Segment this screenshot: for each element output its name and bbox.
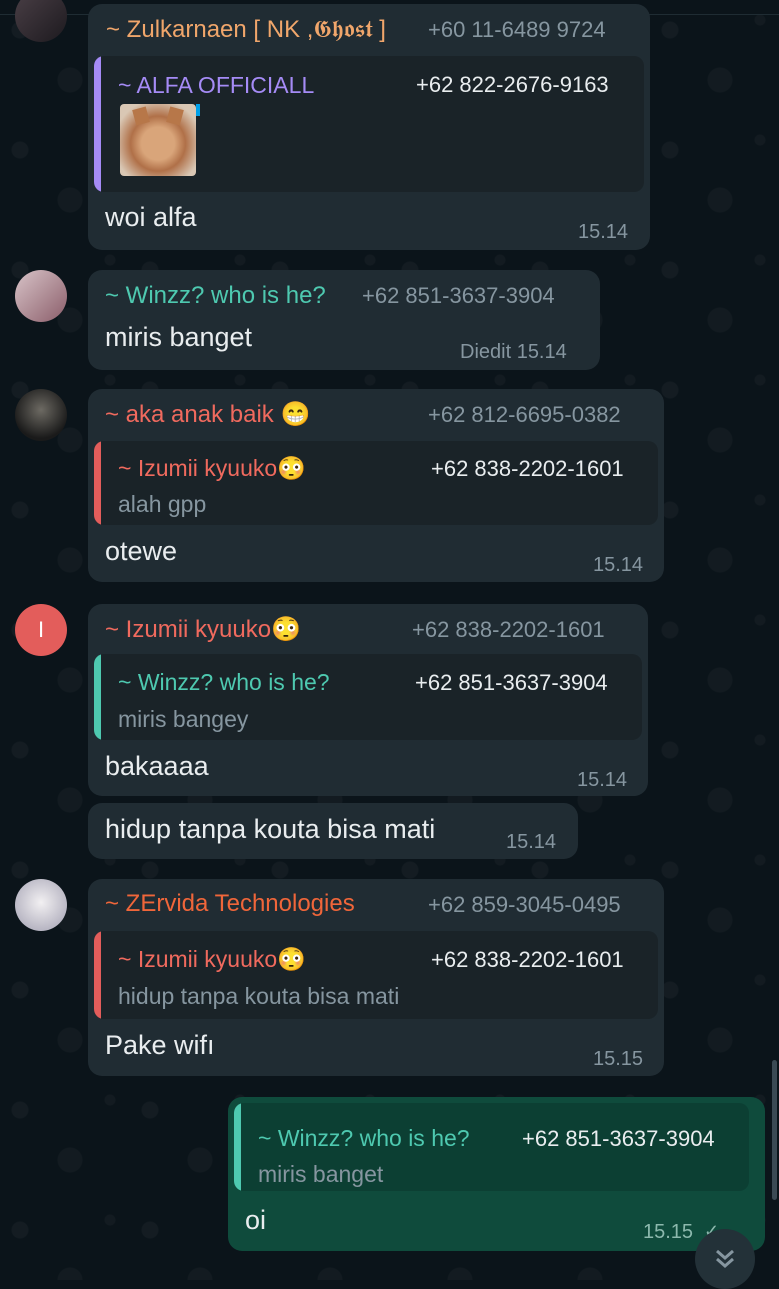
message-text: Pake wifı bbox=[105, 1030, 215, 1060]
quoted-message[interactable]: ~ Winzz? who is he? +62 851-3637-3904 mi… bbox=[234, 1103, 749, 1191]
quote-bar bbox=[94, 931, 101, 1019]
quote-sender: ~ ALFA OFFICIALL bbox=[118, 72, 315, 98]
avatar-letter: I bbox=[37, 617, 45, 642]
quote-text: miris bangey bbox=[118, 706, 249, 732]
message-text: miris banget bbox=[105, 322, 253, 352]
quote-phone: +62 838-2202-1601 bbox=[431, 456, 624, 481]
message-time: 15.14 bbox=[578, 221, 629, 243]
quote-sender: ~ Winzz? who is he? bbox=[258, 1125, 470, 1151]
quote-text: miris banget bbox=[258, 1161, 384, 1187]
avatar[interactable]: I bbox=[15, 604, 67, 656]
quote-bar bbox=[94, 441, 101, 525]
sender-name[interactable]: ~ Winzz? who is he? bbox=[105, 282, 326, 310]
quote-bar bbox=[94, 654, 101, 740]
quote-phone: +62 822-2676-9163 bbox=[416, 72, 609, 97]
message-time: 15.15 bbox=[643, 1221, 694, 1243]
message-time: Diedit 15.14 bbox=[460, 341, 567, 363]
message-text: woi alfa bbox=[105, 202, 197, 232]
avatar[interactable] bbox=[15, 270, 67, 322]
quote-bar bbox=[234, 1103, 241, 1191]
avatar[interactable] bbox=[15, 389, 67, 441]
sender-name[interactable]: ~ ZErvida Technologies bbox=[105, 890, 355, 918]
cat-photo-thumbnail[interactable] bbox=[120, 104, 196, 176]
message-bubble[interactable]: hidup tanpa kouta bisa mati 15.14 bbox=[88, 803, 578, 859]
message-text: oi bbox=[245, 1205, 267, 1235]
quote-phone: +62 851-3637-3904 bbox=[522, 1126, 715, 1151]
message-time: 15.14 bbox=[577, 769, 628, 791]
sender-phone: +62 851-3637-3904 bbox=[362, 283, 555, 308]
double-chevron-down-icon-svg bbox=[716, 1249, 734, 1268]
message-text: hidup tanpa kouta bisa mati bbox=[105, 814, 436, 844]
quote-sender: ~ Winzz? who is he? bbox=[118, 669, 330, 695]
message-time: 15.14 bbox=[506, 831, 557, 853]
sender-phone: +62 859-3045-0495 bbox=[428, 892, 621, 917]
message-bubble[interactable]: ~ Winzz? who is he? +62 851-3637-3904 mi… bbox=[88, 270, 600, 370]
sender-name[interactable]: ~ Izumii kyuuko😳 bbox=[105, 615, 301, 644]
quoted-message[interactable]: ~ Winzz? who is he? +62 851-3637-3904 mi… bbox=[94, 654, 642, 740]
message-bubble[interactable]: ~ aka anak baik 😁 +62 812-6695-0382 ~ Iz… bbox=[88, 389, 664, 582]
outgoing-message-bubble[interactable]: ~ Winzz? who is he? +62 851-3637-3904 mi… bbox=[228, 1097, 765, 1251]
sender-name[interactable]: ~ Zulkarnaen [ NK ,𝕲𝖍𝖔𝖘𝖙 ] bbox=[106, 16, 386, 44]
quoted-message[interactable]: ~ Izumii kyuuko😳 +62 838-2202-1601 alah … bbox=[94, 441, 658, 525]
quoted-message[interactable]: ~ Izumii kyuuko😳 +62 838-2202-1601 hidup… bbox=[94, 931, 658, 1019]
message-text: bakaaaa bbox=[105, 751, 209, 781]
quote-text: alah gpp bbox=[118, 491, 207, 517]
quote-phone: +62 851-3637-3904 bbox=[415, 670, 608, 695]
media-indicator-icon bbox=[196, 104, 200, 116]
sender-name[interactable]: ~ aka anak baik 😁 bbox=[105, 400, 310, 429]
message-bubble[interactable]: ~ ZErvida Technologies +62 859-3045-0495… bbox=[88, 879, 664, 1076]
scrollbar[interactable] bbox=[772, 1060, 777, 1200]
quote-sender: ~ Izumii kyuuko😳 bbox=[118, 946, 306, 972]
quote-bar bbox=[94, 56, 101, 192]
quote-sender: ~ Izumii kyuuko😳 bbox=[118, 455, 306, 481]
quote-text: hidup tanpa kouta bisa mati bbox=[118, 983, 400, 1009]
sender-phone: +62 812-6695-0382 bbox=[428, 402, 621, 427]
message-text: otewe bbox=[105, 536, 178, 566]
message-time: 15.14 bbox=[593, 554, 644, 576]
message-time: 15.15 bbox=[593, 1048, 644, 1070]
avatar[interactable] bbox=[15, 879, 67, 931]
double-chevron-down-icon[interactable] bbox=[695, 1229, 755, 1289]
sender-phone: +60 11-6489 9724 bbox=[428, 17, 606, 42]
message-bubble[interactable]: ~ Izumii kyuuko😳 +62 838-2202-1601 ~ Win… bbox=[88, 604, 648, 796]
quote-phone: +62 838-2202-1601 bbox=[431, 947, 624, 972]
sender-phone: +62 838-2202-1601 bbox=[412, 617, 605, 642]
